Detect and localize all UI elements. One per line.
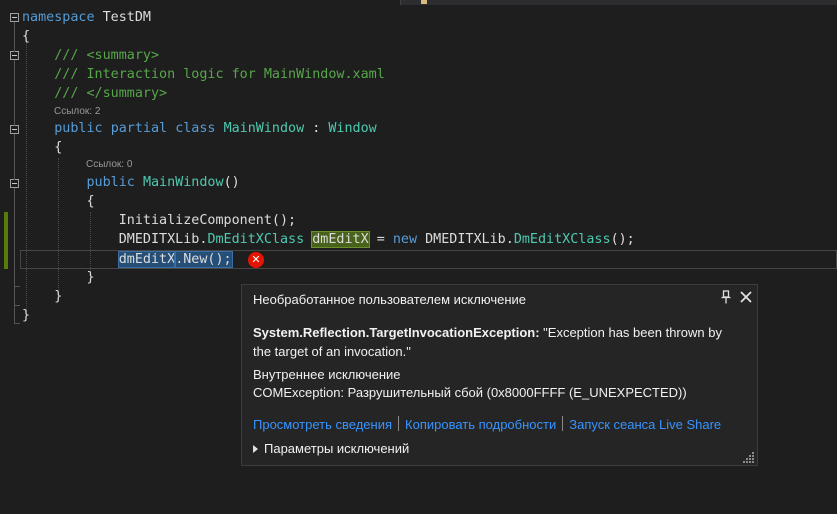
code-line[interactable]: public MainWindow() xyxy=(22,173,240,192)
code-line[interactable]: { xyxy=(22,27,30,46)
code-token: namespace xyxy=(22,10,95,25)
code-token: : xyxy=(304,121,329,136)
code-token: TestDM xyxy=(94,10,151,25)
code-token: } xyxy=(22,308,31,323)
code-line[interactable]: DMEDITXLib.DmEditXClass dmEditX = new DM… xyxy=(22,230,635,249)
code-line[interactable]: InitializeComponent(); xyxy=(22,211,296,230)
copy-details-link[interactable]: Копировать подробности xyxy=(405,417,556,432)
code-token: public xyxy=(54,121,103,136)
fold-line xyxy=(14,60,15,126)
code-token: class xyxy=(175,121,216,136)
fold-line xyxy=(14,134,15,180)
code-token: /// </summary> xyxy=(22,86,168,101)
fold-line xyxy=(14,188,15,323)
code-line[interactable]: { xyxy=(22,138,62,157)
code-line[interactable]: { xyxy=(22,192,95,211)
popup-title: Необработанное пользователем исключение xyxy=(253,292,526,307)
code-token: InitializeComponent(); xyxy=(22,213,297,228)
code-token: Window xyxy=(328,121,377,136)
code-token: = xyxy=(368,232,393,247)
code-token: dmEditX xyxy=(311,231,370,248)
code-token: () xyxy=(223,175,240,190)
code-token: DMEDITXLib. xyxy=(22,232,208,247)
fold-end xyxy=(14,305,20,306)
code-line[interactable]: /// </summary> xyxy=(22,84,167,103)
exception-type: System.Reflection.TargetInvocationExcept… xyxy=(253,325,540,340)
code-token: { xyxy=(22,29,31,44)
code-line[interactable]: dmEditX.New(); xyxy=(22,250,233,269)
fold-line xyxy=(14,22,15,52)
exception-settings-expander[interactable]: Параметры исключений xyxy=(253,441,409,456)
fold-collapse-icon[interactable] xyxy=(10,13,19,22)
code-token: DmEditXClass xyxy=(513,232,611,247)
error-icon[interactable]: ✕ xyxy=(248,252,264,268)
code-token: DmEditXClass xyxy=(207,232,305,247)
code-token: /// <summary> xyxy=(22,48,160,63)
code-token: .New(); xyxy=(174,251,233,268)
inner-exception-label: Внутреннее исключение xyxy=(253,367,401,382)
live-share-link[interactable]: Запуск сеанса Live Share xyxy=(569,417,721,432)
expand-triangle-icon xyxy=(253,445,258,453)
code-lens-references[interactable]: Ссылок: 0 xyxy=(86,159,132,170)
code-token: dmEditX xyxy=(117,251,177,268)
fold-collapse-icon[interactable] xyxy=(10,125,19,134)
exception-settings-label: Параметры исключений xyxy=(264,441,410,456)
code-line[interactable]: } xyxy=(22,287,62,306)
code-token: partial xyxy=(110,121,168,136)
code-line[interactable]: /// <summary> xyxy=(22,46,159,65)
fold-collapse-icon[interactable] xyxy=(10,179,19,188)
resize-grip-icon[interactable] xyxy=(743,451,755,463)
code-token: { xyxy=(22,194,95,209)
code-token: new xyxy=(392,232,418,247)
code-line[interactable]: public partial class MainWindow : Window xyxy=(22,119,377,138)
code-token: MainWindow xyxy=(142,175,224,190)
fold-end xyxy=(14,286,20,287)
code-token: (); xyxy=(610,232,635,247)
code-token: { xyxy=(22,140,63,155)
code-token: MainWindow xyxy=(223,121,305,136)
exception-message: System.Reflection.TargetInvocationExcept… xyxy=(253,323,743,361)
view-details-link[interactable]: Просмотреть сведения xyxy=(253,417,392,432)
code-line[interactable]: } xyxy=(22,306,30,325)
change-margin-marker xyxy=(4,212,8,269)
pin-icon[interactable] xyxy=(721,290,731,304)
code-lens-references[interactable]: Ссылок: 2 xyxy=(54,106,100,117)
exception-helper-popup: Необработанное пользователем исключение … xyxy=(241,284,758,466)
code-line[interactable]: /// Interaction logic for MainWindow.xam… xyxy=(22,65,385,84)
action-links: Просмотреть сведения Копировать подробнос… xyxy=(253,416,721,432)
code-token: } xyxy=(22,289,63,304)
code-token: /// Interaction logic for MainWindow.xam… xyxy=(22,67,385,82)
close-icon[interactable] xyxy=(739,290,753,304)
code-token: } xyxy=(22,270,95,285)
inner-exception-message: COMException: Разрушительный сбой (0x800… xyxy=(253,385,687,400)
fold-end xyxy=(14,323,20,324)
code-line[interactable]: } xyxy=(22,268,95,287)
code-token: public xyxy=(86,175,135,190)
fold-collapse-icon[interactable] xyxy=(10,51,19,60)
link-separator xyxy=(562,416,564,431)
link-separator xyxy=(398,416,400,431)
code-line[interactable]: namespace TestDM xyxy=(22,8,151,27)
code-token: DMEDITXLib. xyxy=(417,232,514,247)
